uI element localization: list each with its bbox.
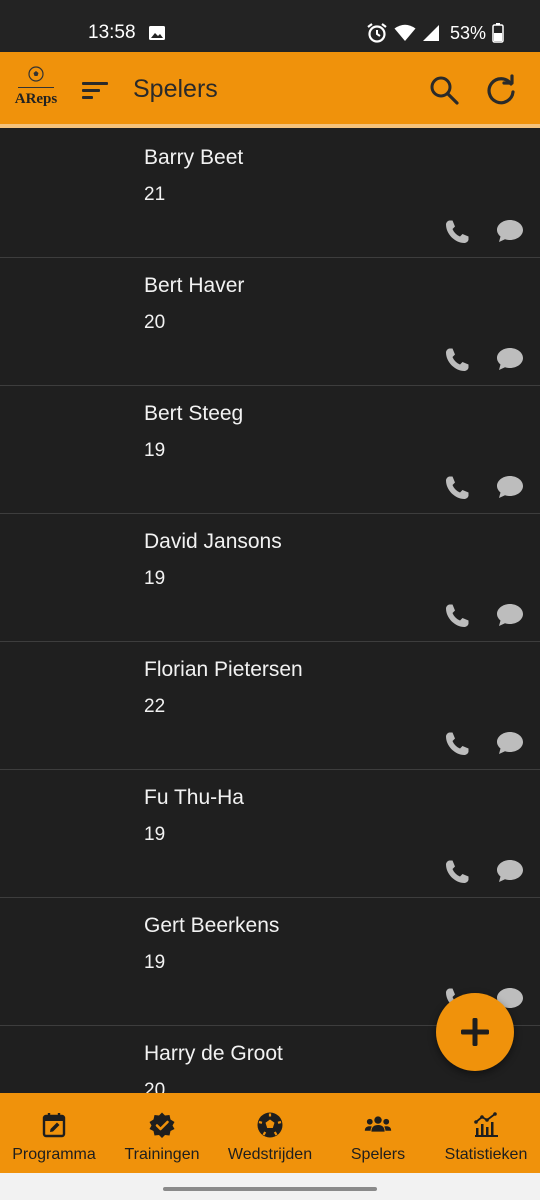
nav-label: Statistieken bbox=[444, 1146, 528, 1163]
nav-item-trainingen[interactable]: Trainingen bbox=[108, 1093, 216, 1173]
player-row[interactable]: David Jansons 19 bbox=[0, 514, 540, 642]
nav-label: Wedstrijden bbox=[227, 1146, 313, 1163]
player-name: Florian Pietersen bbox=[144, 658, 303, 681]
nav-item-statistieken[interactable]: Statistieken bbox=[432, 1093, 540, 1173]
refresh-icon[interactable] bbox=[484, 73, 518, 107]
player-age: 20 bbox=[144, 312, 166, 333]
badge-check-icon bbox=[149, 1112, 175, 1138]
status-bar: 13:58 53% bbox=[0, 0, 540, 52]
status-time: 13:58 bbox=[88, 22, 136, 43]
chart-icon bbox=[474, 1112, 498, 1137]
status-icons: 53% bbox=[366, 22, 504, 44]
phone-icon[interactable] bbox=[443, 218, 471, 246]
phone-icon[interactable] bbox=[443, 730, 471, 758]
nav-label: Programma bbox=[12, 1146, 96, 1163]
phone-icon[interactable] bbox=[443, 474, 471, 502]
nav-item-wedstrijden[interactable]: Wedstrijden bbox=[216, 1093, 324, 1173]
logo-ball-icon bbox=[28, 66, 44, 82]
soccer-ball-icon bbox=[257, 1112, 283, 1138]
player-age: 20 bbox=[144, 1080, 166, 1093]
search-icon[interactable] bbox=[428, 74, 460, 106]
player-name: Gert Beerkens bbox=[144, 914, 280, 937]
player-name: Bert Steeg bbox=[144, 402, 244, 425]
player-row[interactable]: Barry Beet 21 bbox=[0, 130, 540, 258]
player-name: Fu Thu-Ha bbox=[144, 786, 244, 809]
app-logo: AReps bbox=[14, 66, 58, 118]
phone-icon[interactable] bbox=[443, 346, 471, 374]
player-age: 19 bbox=[144, 440, 166, 461]
nav-item-programma[interactable]: Programma bbox=[0, 1093, 108, 1173]
chat-icon[interactable] bbox=[496, 218, 524, 244]
battery-percentage: 53% bbox=[449, 22, 486, 43]
plus-icon bbox=[461, 1018, 489, 1046]
phone-icon[interactable] bbox=[443, 858, 471, 886]
page-title: Spelers bbox=[133, 75, 218, 103]
player-age: 19 bbox=[144, 824, 166, 845]
player-name: Barry Beet bbox=[144, 146, 244, 169]
player-age: 19 bbox=[144, 568, 166, 589]
player-name: Bert Haver bbox=[144, 274, 245, 297]
app-bar-divider bbox=[0, 124, 540, 128]
image-icon bbox=[149, 26, 165, 40]
player-age: 19 bbox=[144, 952, 166, 973]
menu-icon[interactable] bbox=[80, 76, 110, 104]
group-icon bbox=[364, 1116, 392, 1132]
chat-icon[interactable] bbox=[496, 346, 524, 372]
bottom-navigation: Programma Trainingen Wedstrijden Spelers bbox=[0, 1093, 540, 1173]
nav-label: Spelers bbox=[350, 1146, 406, 1163]
player-age: 22 bbox=[144, 696, 166, 717]
system-gesture-area bbox=[0, 1173, 540, 1200]
nav-item-spelers[interactable]: Spelers bbox=[324, 1093, 432, 1173]
nav-label: Trainingen bbox=[124, 1146, 200, 1163]
phone-icon[interactable] bbox=[443, 602, 471, 630]
player-age: 21 bbox=[144, 184, 166, 205]
signal-icon bbox=[422, 25, 439, 41]
calendar-edit-icon bbox=[42, 1113, 66, 1138]
battery-icon bbox=[492, 23, 504, 43]
gesture-handle[interactable] bbox=[163, 1187, 377, 1191]
player-row[interactable]: Bert Steeg 19 bbox=[0, 386, 540, 514]
player-row[interactable]: Florian Pietersen 22 bbox=[0, 642, 540, 770]
player-row[interactable]: Bert Haver 20 bbox=[0, 258, 540, 386]
chat-icon[interactable] bbox=[496, 730, 524, 756]
player-name: Harry de Groot bbox=[144, 1042, 283, 1065]
chat-icon[interactable] bbox=[496, 858, 524, 884]
logo-text: AReps bbox=[14, 91, 58, 107]
logo-divider bbox=[18, 87, 54, 88]
add-player-button[interactable] bbox=[436, 993, 514, 1071]
player-row[interactable]: Fu Thu-Ha 19 bbox=[0, 770, 540, 898]
chat-icon[interactable] bbox=[496, 602, 524, 628]
player-name: David Jansons bbox=[144, 530, 282, 553]
player-list[interactable]: Barry Beet 21 Bert Haver 20 Bert Steeg 1… bbox=[0, 130, 540, 1093]
chat-icon[interactable] bbox=[496, 474, 524, 500]
wifi-icon bbox=[394, 24, 416, 41]
alarm-icon bbox=[367, 23, 387, 43]
